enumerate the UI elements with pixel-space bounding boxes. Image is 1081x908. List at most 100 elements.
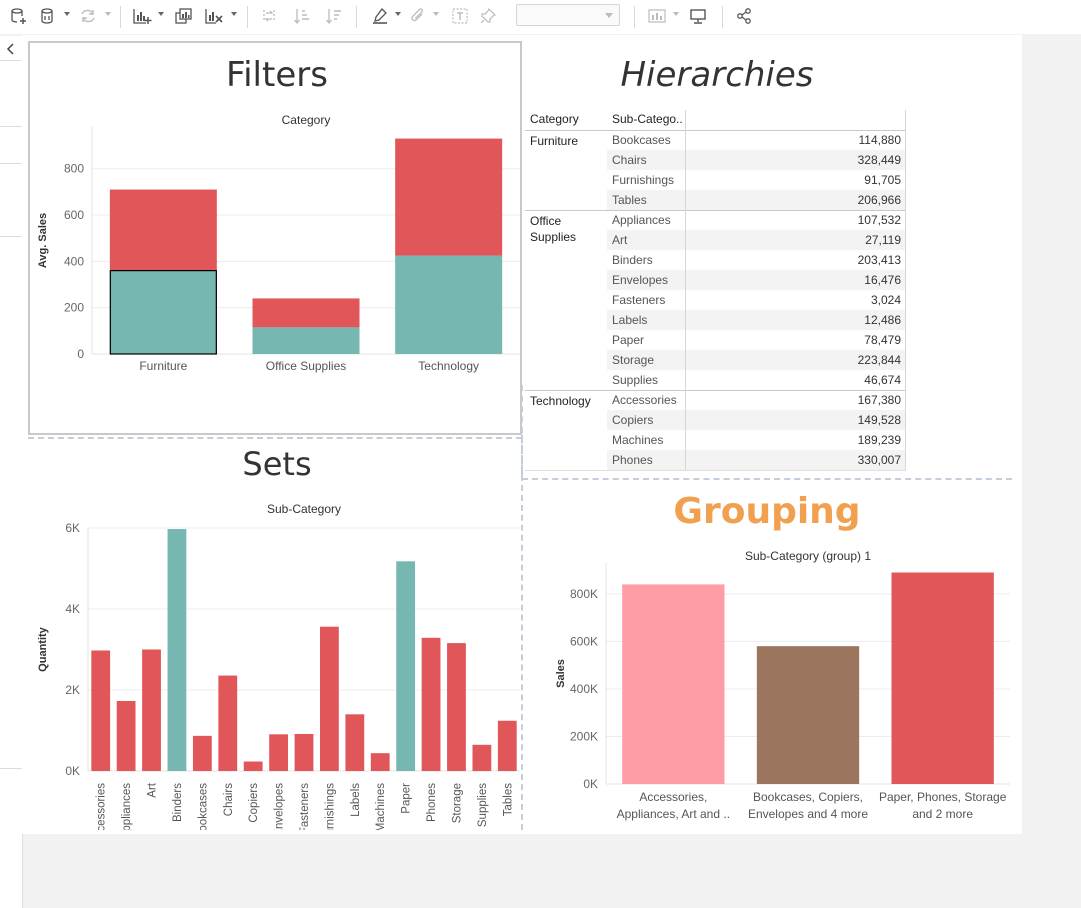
table-row[interactable]: Paper 78,479	[607, 330, 906, 350]
bar[interactable]	[167, 529, 187, 771]
bar[interactable]	[320, 626, 339, 771]
table-row[interactable]: Art 27,119	[607, 230, 906, 250]
table-row[interactable]: Appliances 107,532	[607, 210, 906, 230]
refresh-icon[interactable]	[74, 3, 102, 29]
x-tick-label: Supplies	[477, 783, 489, 827]
y-tick-label: 0K	[583, 777, 598, 791]
bar[interactable]	[497, 720, 517, 771]
chevron-down-icon[interactable]	[673, 12, 679, 16]
text-label-icon[interactable]	[446, 3, 474, 29]
table-row[interactable]: Phones 330,007	[607, 450, 906, 470]
bar[interactable]	[218, 675, 238, 771]
sub-category-cell: Storage	[612, 353, 655, 367]
category-cell[interactable]: Technology	[530, 393, 600, 409]
new-worksheet-icon[interactable]	[128, 3, 156, 29]
y-tick-label: 400	[64, 254, 84, 268]
table-row[interactable]: Envelopes 16,476	[607, 270, 906, 290]
y-tick-label: 0	[77, 347, 84, 361]
fit-dropdown[interactable]	[516, 4, 620, 26]
bar[interactable]	[142, 649, 161, 772]
bar[interactable]	[243, 761, 263, 771]
bar[interactable]	[252, 298, 360, 328]
duplicate-sheet-icon[interactable]	[170, 3, 198, 29]
new-data-source-icon[interactable]	[4, 3, 32, 29]
filters-title: Filters	[226, 55, 328, 95]
attach-icon[interactable]	[404, 3, 432, 29]
sales-value-cell: 330,007	[857, 453, 901, 467]
highlight-icon[interactable]	[366, 3, 394, 29]
x-tick-label: Storage	[451, 783, 463, 823]
table-row[interactable]: Supplies 46,674	[607, 370, 906, 390]
sort-descending-icon[interactable]	[320, 3, 348, 29]
table-row[interactable]: Labels 12,486	[607, 310, 906, 330]
show-me-icon[interactable]	[644, 3, 672, 29]
swap-axes-icon[interactable]	[255, 3, 283, 29]
bar[interactable]	[109, 189, 217, 271]
dashboard: Filters Hierarchies Sets Grouping Catego…	[22, 35, 1022, 834]
column-header[interactable]: Category	[530, 112, 579, 126]
chevron-down-icon[interactable]	[64, 12, 70, 16]
bar[interactable]	[395, 138, 503, 256]
chevron-down-icon[interactable]	[105, 12, 111, 16]
chevron-down-icon[interactable]	[433, 12, 439, 16]
bar[interactable]	[345, 714, 365, 771]
bar[interactable]	[109, 270, 217, 354]
pin-icon[interactable]	[474, 3, 502, 29]
bar[interactable]	[421, 637, 441, 771]
sales-value-cell: 107,532	[857, 213, 901, 227]
table-row[interactable]: Accessories 167,380	[607, 390, 906, 410]
table-row[interactable]: Storage 223,844	[607, 350, 906, 370]
x-tick-label: Binders	[172, 783, 184, 822]
sales-value-cell: 189,239	[857, 433, 901, 447]
category-cell[interactable]: Office Supplies	[530, 213, 600, 245]
filters-chart: Category Avg. Sales 0 200 400 600 800 Furniture…	[37, 113, 520, 373]
chevron-down-icon[interactable]	[231, 12, 237, 16]
chart-header: Sub-Category (group) 1	[745, 549, 871, 563]
table-row[interactable]: Machines 189,239	[607, 430, 906, 450]
y-axis-label: Avg. Sales	[37, 213, 49, 268]
side-panel-strip	[0, 36, 23, 908]
table-row[interactable]: Bookcases 114,880	[607, 130, 906, 150]
bar[interactable]	[294, 733, 314, 771]
bar[interactable]	[472, 744, 492, 771]
chevron-down-icon[interactable]	[158, 12, 164, 16]
bar[interactable]	[447, 643, 466, 771]
chevron-down-icon[interactable]	[395, 12, 401, 16]
pause-data-icon[interactable]	[34, 3, 62, 29]
table-row[interactable]: Chairs 328,449	[607, 150, 906, 170]
bar[interactable]	[252, 327, 360, 354]
sort-ascending-icon[interactable]	[288, 3, 316, 29]
collapse-panel-button[interactable]	[0, 38, 21, 61]
sub-category-cell: Accessories	[612, 393, 677, 407]
table-row[interactable]: Binders 203,413	[607, 250, 906, 270]
hierarchies-title: Hierarchies	[620, 55, 814, 95]
category-cell[interactable]: Furniture	[530, 133, 600, 149]
presentation-icon[interactable]	[684, 3, 712, 29]
chart-header: Sub-Category	[267, 502, 341, 516]
bar[interactable]	[756, 646, 860, 784]
table-row[interactable]: Furnishings 91,705	[607, 170, 906, 190]
x-tick-label: Envelopes	[274, 783, 286, 830]
bar[interactable]	[622, 584, 725, 784]
x-tick-label: Accessories	[96, 783, 108, 830]
x-tick-label: Phones	[426, 783, 438, 822]
bar[interactable]	[395, 255, 503, 354]
x-tick-label: Tables	[502, 783, 514, 816]
clear-sheet-icon[interactable]	[200, 3, 228, 29]
bar[interactable]	[91, 650, 111, 771]
bar[interactable]	[116, 700, 136, 771]
table-row[interactable]: Tables 206,966	[607, 190, 906, 210]
table-row[interactable]: Copiers 149,528	[607, 410, 906, 430]
column-header[interactable]: Sub-Catego..	[612, 112, 683, 126]
sales-value-cell: 46,674	[864, 373, 901, 387]
sales-value-cell: 167,380	[857, 393, 901, 407]
table-row[interactable]: Fasteners 3,024	[607, 290, 906, 310]
share-icon[interactable]	[730, 3, 758, 29]
y-tick-label: 200K	[570, 729, 598, 743]
bar[interactable]	[891, 572, 994, 784]
y-tick-label: 0K	[65, 764, 80, 778]
bar[interactable]	[192, 735, 212, 771]
bar[interactable]	[396, 561, 416, 771]
bar[interactable]	[269, 734, 288, 771]
bar[interactable]	[370, 753, 390, 771]
